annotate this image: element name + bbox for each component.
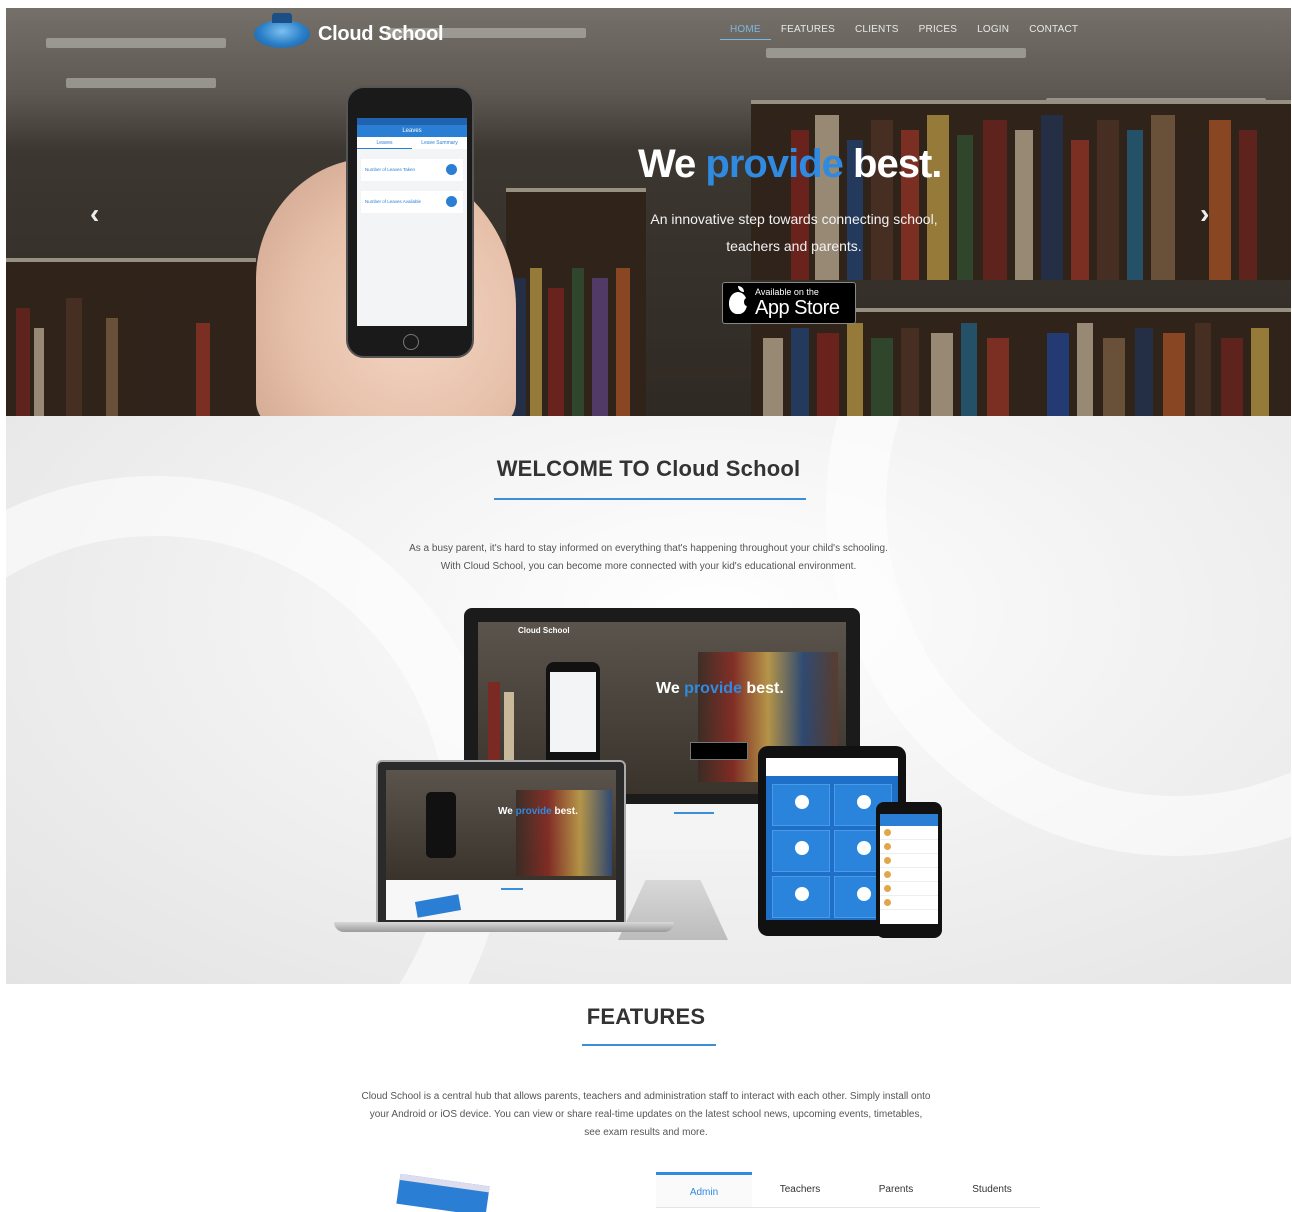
nav-contact[interactable]: CONTACT [1019,24,1088,40]
welcome-section: WELCOME TO Cloud School As a busy parent… [6,416,1291,984]
hero-slider: Leaves Leaves Leave Summary Number of Le… [6,8,1291,416]
features-section: FEATURES Cloud School is a central hub t… [0,984,1292,1212]
welcome-title: WELCOME TO Cloud School [496,456,801,481]
google-play-badge [690,742,748,760]
laptop-hero-title: We provide best. [498,806,578,817]
slider-next-arrow-icon[interactable]: › [1200,198,1209,230]
phone-tab-leaves: Leaves [357,137,412,149]
hero-phone-mockup: Leaves Leaves Leave Summary Number of Le… [346,86,474,358]
app-store-button[interactable]: Available on the App Store [722,282,856,324]
laptop-screen: We provide best. [386,770,616,920]
phone-home-button [403,334,419,350]
phone-card-available: Number of Leaves Available [361,191,463,213]
hero-subtitle: An innovative step towards connecting sc… [650,211,938,254]
tab-students[interactable]: Students [944,1172,1040,1207]
main-menu: HOME FEATURES CLIENTS PRICES LOGIN CONTA… [720,24,1088,40]
count-badge [446,164,457,175]
brand-logo[interactable]: Cloud School [254,13,444,48]
logo-icon [254,13,310,48]
nav-login[interactable]: LOGIN [967,24,1019,40]
phone-screen-header: Leaves [357,125,467,137]
monitor-hero-title: We provide best. [656,680,784,697]
title-underline [494,498,806,500]
phone-small-screen [880,814,938,924]
slider-prev-arrow-icon[interactable]: ‹ [90,198,99,230]
nav-features[interactable]: FEATURES [771,24,845,40]
title-underline [582,1044,716,1046]
nav-clients[interactable]: CLIENTS [845,24,909,40]
laptop-base [334,922,674,932]
brand-name: Cloud School [318,22,444,45]
feature-device-image [396,1173,490,1212]
nav-home[interactable]: HOME [720,24,771,40]
phone-screen-tabs: Leaves Leave Summary [357,137,467,149]
laptop-mockup: We provide best. [376,760,626,928]
monitor-phone-graphic [546,662,600,768]
tablet-tile [772,876,830,918]
tab-admin[interactable]: Admin [656,1172,752,1207]
nav-prices[interactable]: PRICES [909,24,967,40]
monitor-navbar: Cloud School [518,626,570,635]
welcome-text: As a busy parent, it's hard to stay info… [409,543,888,572]
phone-mockup-small [876,802,942,938]
phone-card-taken: Number of Leaves Taken [361,159,463,181]
tablet-tile [772,830,830,872]
count-badge [446,196,457,207]
phone-tab-summary: Leave Summary [421,140,458,146]
apple-icon [729,286,750,314]
features-text: Cloud School is a central hub that allow… [361,1091,931,1138]
tablet-tile [772,784,830,826]
phone-screen: Leaves Leaves Leave Summary Number of Le… [357,118,467,326]
tab-teachers[interactable]: Teachers [752,1172,848,1207]
feature-tabs: Admin Teachers Parents Students [656,1172,1040,1208]
features-title: FEATURES [586,1004,706,1029]
tab-parents[interactable]: Parents [848,1172,944,1207]
hero-title: We provide best. [638,142,942,186]
top-navbar: Cloud School HOME FEATURES CLIENTS PRICE… [6,8,1291,68]
